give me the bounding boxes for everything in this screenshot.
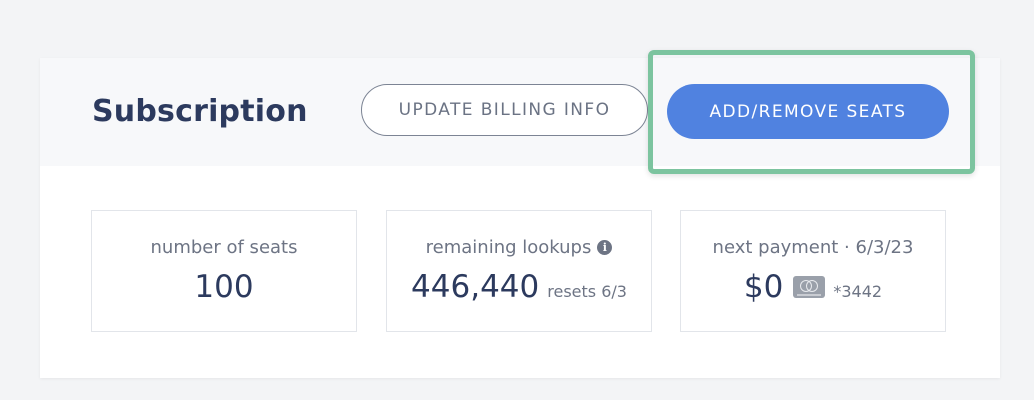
- update-billing-info-button[interactable]: UPDATE BILLING INFO: [361, 84, 648, 136]
- lookups-label: remaining lookups: [425, 237, 592, 258]
- seats-value: 100: [194, 269, 254, 305]
- subscription-header: Subscription UPDATE BILLING INFO ADD/REM…: [40, 50, 1000, 174]
- payment-label: next payment · 6/3/23: [712, 237, 914, 258]
- seats-label: number of seats: [150, 237, 298, 258]
- add-remove-seats-button[interactable]: ADD/REMOVE SEATS: [667, 84, 949, 139]
- info-icon[interactable]: i: [597, 240, 613, 255]
- seats-stat-card: number of seats 100: [91, 210, 357, 332]
- mastercard-icon: [793, 276, 826, 298]
- payment-value: $0: [743, 269, 784, 305]
- payment-stat-card: next payment · 6/3/23 $0 *3442: [680, 210, 946, 332]
- page-title: Subscription: [92, 94, 308, 129]
- lookups-value: 446,440: [411, 269, 540, 305]
- card-last4: *3442: [833, 282, 883, 301]
- subscription-card: Subscription UPDATE BILLING INFO ADD/REM…: [40, 50, 1000, 378]
- lookups-reset-text: resets 6/3: [547, 282, 627, 301]
- lookups-stat-card: remaining lookups i 446,440 resets 6/3: [386, 210, 652, 332]
